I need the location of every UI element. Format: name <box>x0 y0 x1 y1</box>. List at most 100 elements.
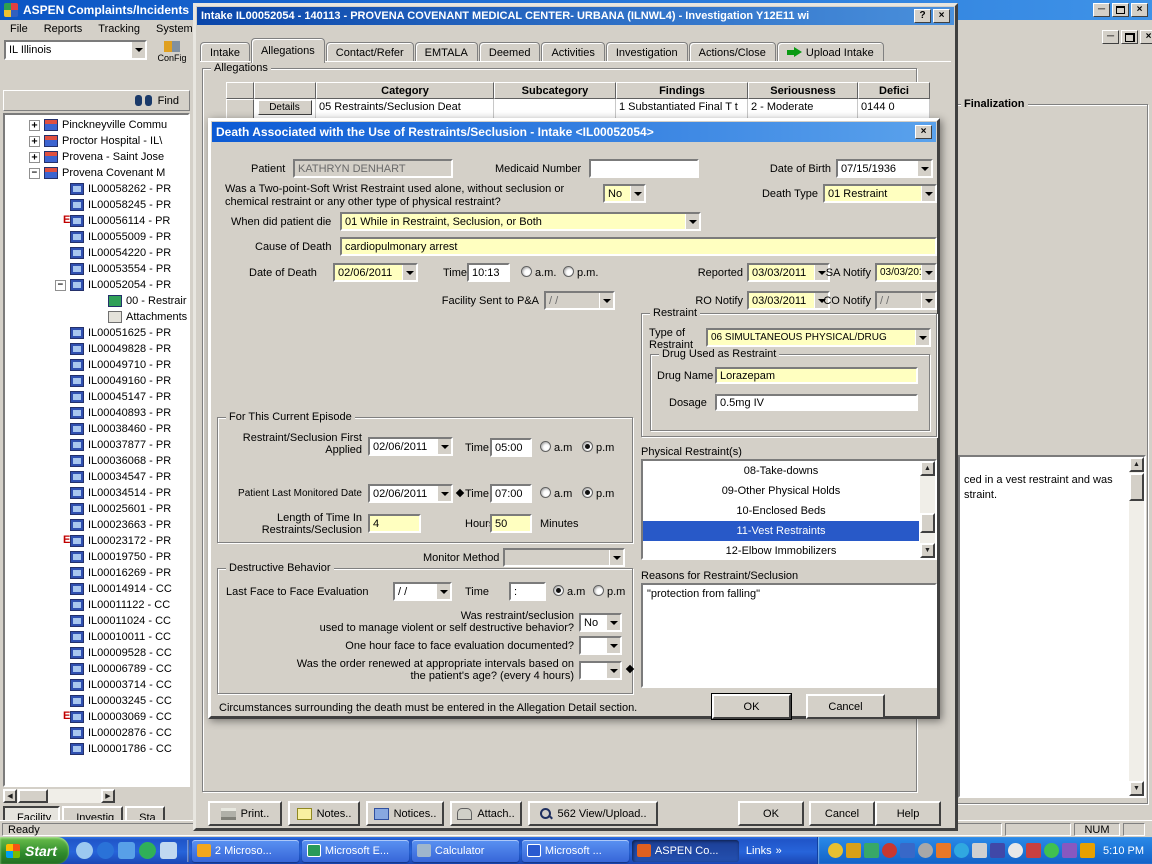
child-restore-icon[interactable] <box>1121 30 1138 44</box>
tree-row[interactable]: IL00053554 - PR <box>5 261 188 277</box>
child-minimize-icon[interactable]: ─ <box>1102 30 1119 44</box>
tree-row[interactable]: IL00003245 - CC <box>5 693 188 709</box>
notes-button[interactable]: Notes.. <box>288 801 360 826</box>
first-applied-date-combo[interactable]: 02/06/2011 <box>368 437 453 456</box>
child-close-icon[interactable]: × <box>1140 30 1152 44</box>
tree-row[interactable]: IL00011122 - CC <box>5 597 188 613</box>
tree-hscrollbar[interactable]: ◀ ▶ <box>3 789 115 803</box>
menu-item[interactable]: Tracking <box>90 21 148 37</box>
tray-icon[interactable] <box>972 843 987 858</box>
tree-row[interactable]: IL00016269 - PR <box>5 565 188 581</box>
reported-combo[interactable]: 03/03/2011 <box>747 263 830 282</box>
tray-icon[interactable] <box>864 843 879 858</box>
chevron-down-icon[interactable] <box>915 329 930 346</box>
menu-item[interactable]: Reports <box>36 21 91 37</box>
tree-node-label[interactable]: Pinckneyville Commu <box>62 119 167 131</box>
minimize-icon[interactable]: ─ <box>1093 3 1110 17</box>
violent-combo[interactable]: No <box>579 613 622 632</box>
length-minutes-field[interactable]: 50 <box>490 514 532 533</box>
tray-icon[interactable] <box>954 843 969 858</box>
tree-node-label[interactable]: IL00049160 - PR <box>88 375 171 387</box>
tree-node-label[interactable]: Provena - Saint Jose <box>62 151 164 163</box>
tree-row[interactable]: 00 - Restrair <box>5 293 188 309</box>
quick-launch-icon[interactable] <box>160 842 177 859</box>
quick-launch-icon[interactable] <box>118 842 135 859</box>
tree-row[interactable]: IL00049710 - PR <box>5 357 188 373</box>
tree-node-label[interactable]: IL00054220 - PR <box>88 247 171 259</box>
tree-row[interactable]: IL00038460 - PR <box>5 421 188 437</box>
tree-node-label[interactable]: IL00036068 - PR <box>88 455 171 467</box>
finalization-textarea[interactable]: ced in a vest restraint and was straint.… <box>958 455 1146 798</box>
tree-row[interactable]: IL00011024 - CC <box>5 613 188 629</box>
state-combo[interactable]: IL Illinois <box>4 40 147 60</box>
task-button[interactable]: ASPEN Co... <box>632 840 739 862</box>
physical-restraint-option[interactable]: 11-Vest Restraints <box>643 521 919 541</box>
help-button[interactable]: Help <box>875 801 941 826</box>
tree-row[interactable]: Pinckneyville Commu <box>5 117 188 133</box>
chevron-down-icon[interactable] <box>606 614 621 631</box>
tree-row[interactable]: IL00037877 - PR <box>5 437 188 453</box>
tree-node-label[interactable]: IL00016269 - PR <box>88 567 171 579</box>
tree-row[interactable]: IL00054220 - PR <box>5 245 188 261</box>
tree-expander-icon[interactable] <box>29 168 40 179</box>
tree-node-label[interactable]: IL00055009 - PR <box>88 231 171 243</box>
f2f-pm-radio[interactable] <box>593 585 604 596</box>
close-icon[interactable]: × <box>1131 3 1148 17</box>
tree-node-label[interactable]: 00 - Restrair <box>126 295 187 307</box>
tray-icon[interactable] <box>1062 843 1077 858</box>
tree-node-label[interactable]: IL00003069 - CC <box>88 711 172 723</box>
length-hours-field[interactable]: 4 <box>368 514 421 533</box>
close-icon[interactable]: × <box>933 9 950 23</box>
tree-row[interactable]: E IL00023172 - PR <box>5 533 188 549</box>
quick-launch-icon[interactable] <box>139 842 156 859</box>
allegation-row[interactable]: Details 05 Restraints/Seclusion Deat 1 S… <box>226 99 930 119</box>
tree-node-label[interactable]: IL00058262 - PR <box>88 183 171 195</box>
dod-combo[interactable]: 02/06/2011 <box>333 263 418 282</box>
tree-row[interactable]: IL00002876 - CC <box>5 725 188 741</box>
f2f-am-radio[interactable] <box>553 585 564 596</box>
chevron-down-icon[interactable] <box>131 41 146 59</box>
scroll-up-icon[interactable]: ▲ <box>920 461 935 476</box>
chevron-icon[interactable]: » <box>776 845 782 857</box>
tree-node-label[interactable]: IL00053554 - PR <box>88 263 171 275</box>
print-button[interactable]: Print.. <box>208 801 282 826</box>
tray-icon[interactable] <box>1044 843 1059 858</box>
tree-row[interactable]: E IL00003069 - CC <box>5 709 188 725</box>
sa-notify-combo[interactable]: 03/03/2011 <box>875 263 937 282</box>
chevron-down-icon[interactable] <box>606 637 621 654</box>
first-applied-time-field[interactable]: 05:00 <box>490 438 532 457</box>
tree-expander-icon[interactable] <box>29 120 40 131</box>
tab[interactable]: Actions/Close <box>689 42 776 62</box>
death-type-combo[interactable]: 01 Restraint <box>823 184 937 203</box>
dob-combo[interactable]: 07/15/1936 <box>836 159 933 178</box>
ro-notify-combo[interactable]: 03/03/2011 <box>747 291 830 310</box>
maximize-icon[interactable] <box>1112 3 1129 17</box>
cancel-button[interactable]: Cancel <box>806 694 885 719</box>
tree-row[interactable]: IL00049160 - PR <box>5 373 188 389</box>
tab[interactable]: Contact/Refer <box>326 42 414 62</box>
chevron-down-icon[interactable] <box>437 485 452 502</box>
quick-launch-icon[interactable] <box>97 842 114 859</box>
attach-button[interactable]: Attach.. <box>450 801 522 826</box>
find-bar[interactable]: Find <box>3 90 190 111</box>
f2f-date-combo[interactable]: / / <box>393 582 452 601</box>
f2f-time-field[interactable]: : <box>509 582 546 601</box>
tree-node-label[interactable]: Attachments <box>126 311 187 323</box>
drug-name-field[interactable]: Lorazepam <box>715 367 918 384</box>
tree-row[interactable]: E IL00056114 - PR <box>5 213 188 229</box>
tree-row[interactable]: Provena Covenant M <box>5 165 188 181</box>
tree-node-label[interactable]: IL00049710 - PR <box>88 359 171 371</box>
start-button[interactable]: Start <box>0 837 69 864</box>
physical-restraint-option[interactable]: 12-Elbow Immobilizers <box>643 541 919 560</box>
tab[interactable]: Investigation <box>606 42 688 62</box>
tree-row[interactable]: IL00058245 - PR <box>5 197 188 213</box>
tree-row[interactable]: IL00036068 - PR <box>5 453 188 469</box>
tree-expander-icon[interactable] <box>29 152 40 163</box>
scroll-down-icon[interactable]: ▼ <box>920 543 935 558</box>
tree-node-label[interactable]: IL00051625 - PR <box>88 327 171 339</box>
tree-node-label[interactable]: IL00045147 - PR <box>88 391 171 403</box>
tree-node-label[interactable]: IL00003714 - CC <box>88 679 172 691</box>
tree-row[interactable]: IL00049828 - PR <box>5 341 188 357</box>
chevron-down-icon[interactable] <box>685 213 700 230</box>
chevron-down-icon[interactable] <box>921 264 936 281</box>
